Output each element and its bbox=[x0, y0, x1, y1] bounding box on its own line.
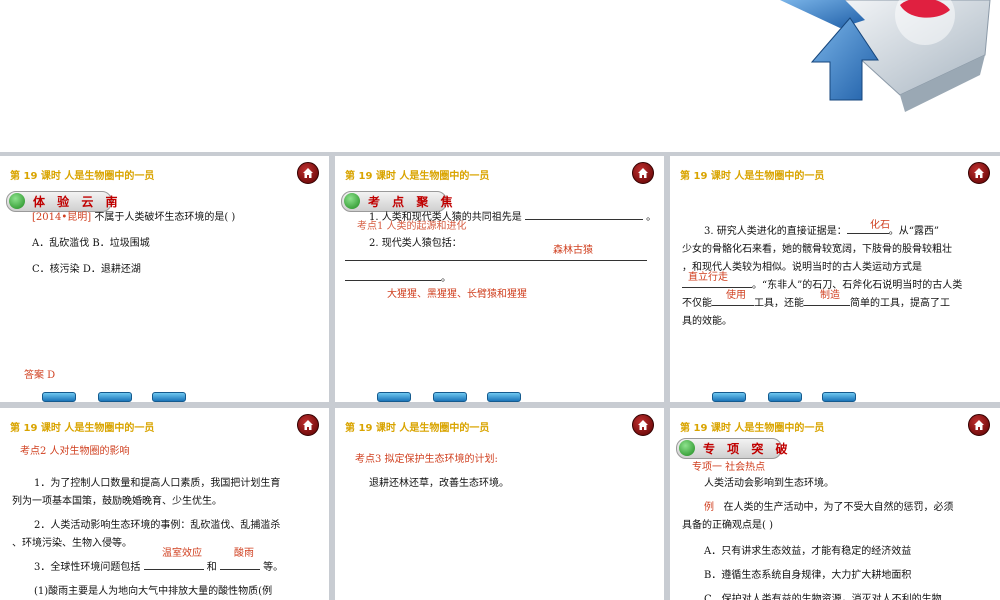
green-ball-icon bbox=[344, 193, 360, 209]
answer-text: 答案 D bbox=[24, 370, 56, 381]
home-button[interactable] bbox=[297, 414, 319, 436]
p2-line1: 2．人类活动影响生态环境的事例：乱砍滥伐、乱捕滥杀 bbox=[34, 520, 281, 531]
nav-buttons bbox=[42, 392, 242, 402]
option-b: B．遵循生态系统自身规律，大力扩大耕地面积 bbox=[704, 570, 912, 581]
green-ball-icon bbox=[679, 440, 695, 456]
question-line-2: 具备的正确观点是( ) bbox=[682, 520, 773, 531]
nav-buttons bbox=[712, 392, 912, 402]
home-icon bbox=[638, 168, 648, 178]
blank-line-1 bbox=[345, 260, 647, 261]
nav-button-2[interactable] bbox=[98, 392, 132, 402]
p2-line2: 、环境污染、生物入侵等。 bbox=[12, 538, 132, 549]
fill-greenhouse: 温室效应 bbox=[162, 548, 202, 559]
item2-text: 2. 现代类人猿包括： bbox=[369, 238, 462, 249]
p1-line2: 列为一项基本国策，鼓励晚婚晚育、少生优生。 bbox=[12, 496, 222, 507]
home-icon bbox=[974, 168, 984, 178]
point-title: 考点2 人对生物圈的影响 bbox=[20, 446, 130, 457]
question-text: 不属于人类破坏生态环境的是( ) bbox=[94, 212, 236, 223]
fill-ancestor: 森林古猿 bbox=[553, 245, 593, 256]
nav-button-1[interactable] bbox=[377, 392, 411, 402]
home-button[interactable] bbox=[968, 162, 990, 184]
decorative-arrows-graphic bbox=[780, 0, 991, 112]
nav-button-2[interactable] bbox=[433, 392, 467, 402]
slide-5[interactable]: 第 19 课时 人是生物圈中的一员 考点3 拟定保护生态环境的计划: 退耕还林还… bbox=[335, 408, 664, 600]
paragraph-line-2: 少女的骨骼化石来看，她的髋骨较宽阔，下肢骨的股骨较粗壮 bbox=[682, 244, 952, 255]
slide-header: 第 19 课时 人是生物圈中的一员 bbox=[10, 171, 155, 182]
topic-title: 专项一 社会热点 bbox=[692, 462, 766, 473]
point-title: 考点3 拟定保护生态环境的计划: bbox=[355, 454, 498, 465]
home-button[interactable] bbox=[632, 162, 654, 184]
slide-3[interactable]: 第 19 课时 人是生物圈中的一员 化石 3. 研究人类进化的直接证据是： 。从“… bbox=[670, 156, 1000, 402]
option-c: C．保护对人类有益的生物资源，消灭对人不利的生物 bbox=[704, 594, 942, 600]
fill-apes: 大猩猩、黑猩猩、长臂猿和猩猩 bbox=[387, 289, 527, 300]
slide-header: 第 19 课时 人是生物圈中的一员 bbox=[10, 423, 155, 434]
question-source: [2014•昆明] bbox=[32, 212, 92, 223]
home-icon bbox=[638, 420, 648, 430]
slide-header: 第 19 课时 人是生物圈中的一员 bbox=[345, 423, 490, 434]
nav-button-3[interactable] bbox=[487, 392, 521, 402]
paragraph-line-6: 具的效能。 bbox=[682, 316, 732, 327]
option-ab: A．乱砍滥伐 B．垃圾围城 bbox=[32, 238, 150, 249]
slide-1[interactable]: 第 19 课时 人是生物圈中的一员 体 验 云 南 [2014•昆明] 不属于人… bbox=[0, 156, 329, 402]
fill-acid-rain: 酸雨 bbox=[234, 548, 254, 559]
point-text: 退耕还林还草，改善生态环境。 bbox=[369, 478, 509, 489]
option-cd: C．核污染 D．退耕还湖 bbox=[32, 264, 141, 275]
home-button[interactable] bbox=[632, 414, 654, 436]
slide-2[interactable]: 第 19 课时 人是生物圈中的一员 考 点 聚 焦 1. 人类和现代类人猿的共同… bbox=[335, 156, 664, 402]
p4-line1: (1)酸雨主要是人为地向大气中排放大量的酸性物质(例 bbox=[34, 586, 273, 597]
home-icon bbox=[303, 420, 313, 430]
nav-button-1[interactable] bbox=[42, 392, 76, 402]
p1-line1: 1．为了控制人口数量和提高人口素质，我国把计划生育 bbox=[34, 478, 281, 489]
green-ball-icon bbox=[9, 193, 25, 209]
slide-header: 第 19 课时 人是生物圈中的一员 bbox=[680, 171, 825, 182]
slide-grid: 第 19 课时 人是生物圈中的一员 体 验 云 南 [2014•昆明] 不属于人… bbox=[0, 152, 1000, 600]
home-icon bbox=[974, 420, 984, 430]
nav-button-1[interactable] bbox=[712, 392, 746, 402]
top-banner bbox=[0, 0, 1000, 152]
nav-button-3[interactable] bbox=[822, 392, 856, 402]
nav-button-2[interactable] bbox=[768, 392, 802, 402]
slide-6[interactable]: 第 19 课时 人是生物圈中的一员 专 项 突 破 专项一 社会热点 人类活动会… bbox=[670, 408, 1000, 600]
slide-header: 第 19 课时 人是生物圈中的一员 bbox=[345, 171, 490, 182]
slide-4[interactable]: 第 19 课时 人是生物圈中的一员 考点2 人对生物圈的影响 1．为了控制人口数… bbox=[0, 408, 329, 600]
slide-header: 第 19 课时 人是生物圈中的一员 bbox=[680, 423, 825, 434]
option-a: A．只有讲求生态效益，才能有稳定的经济效益 bbox=[704, 546, 912, 557]
home-button[interactable] bbox=[297, 162, 319, 184]
nav-buttons bbox=[377, 392, 577, 402]
example-label: 例 bbox=[704, 502, 714, 513]
section-badge: 专 项 突 破 bbox=[676, 438, 788, 459]
nav-button-3[interactable] bbox=[152, 392, 186, 402]
intro-text: 人类活动会影响到生态环境。 bbox=[704, 478, 834, 489]
home-button[interactable] bbox=[968, 414, 990, 436]
overlapped-point-title: 考点1 人类的起源和进化 bbox=[357, 221, 467, 232]
home-icon bbox=[303, 168, 313, 178]
